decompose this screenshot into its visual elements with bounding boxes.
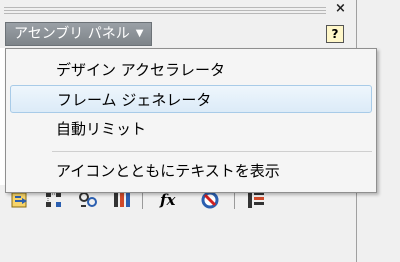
panel-dropdown-menu: デザイン アクセラレータ フレーム ジェネレータ 自動リミット アイコンとともに… (5, 48, 377, 193)
toolbar-separator (234, 191, 235, 209)
dropdown-arrow-icon: ▼ (135, 28, 144, 39)
menu-item-auto-limits[interactable]: 自動リミット (10, 115, 372, 143)
help-icon[interactable]: ? (326, 25, 344, 43)
pattern-icon[interactable] (44, 190, 64, 210)
panel-title-dropdown[interactable]: アセンブリ パネル ▼ (5, 22, 153, 46)
panel-header: アセンブリ パネル ▼ ? (0, 22, 356, 48)
grip-line (4, 13, 326, 14)
joint-icon[interactable] (112, 190, 132, 210)
bom-icon[interactable] (246, 190, 266, 210)
no-symbol-icon[interactable] (200, 190, 220, 210)
fx-icon[interactable]: fx (160, 190, 180, 210)
grip-line (4, 7, 326, 8)
menu-item-frame-generator[interactable]: フレーム ジェネレータ (10, 85, 372, 113)
panel-grip[interactable]: × (0, 0, 356, 22)
component-icon[interactable] (10, 190, 30, 210)
menu-item-design-accelerator[interactable]: デザイン アクセラレータ (10, 56, 372, 84)
constraint-icon[interactable] (78, 190, 98, 210)
close-icon[interactable]: × (335, 1, 346, 17)
menu-separator (52, 151, 372, 152)
panel-title: アセンブリ パネル (14, 26, 130, 42)
grip-line (4, 10, 326, 11)
menu-item-show-text-with-icons[interactable]: アイコンとともにテキストを表示 (10, 157, 372, 185)
toolbar-separator (142, 191, 143, 209)
panel-empty-area (0, 215, 356, 262)
